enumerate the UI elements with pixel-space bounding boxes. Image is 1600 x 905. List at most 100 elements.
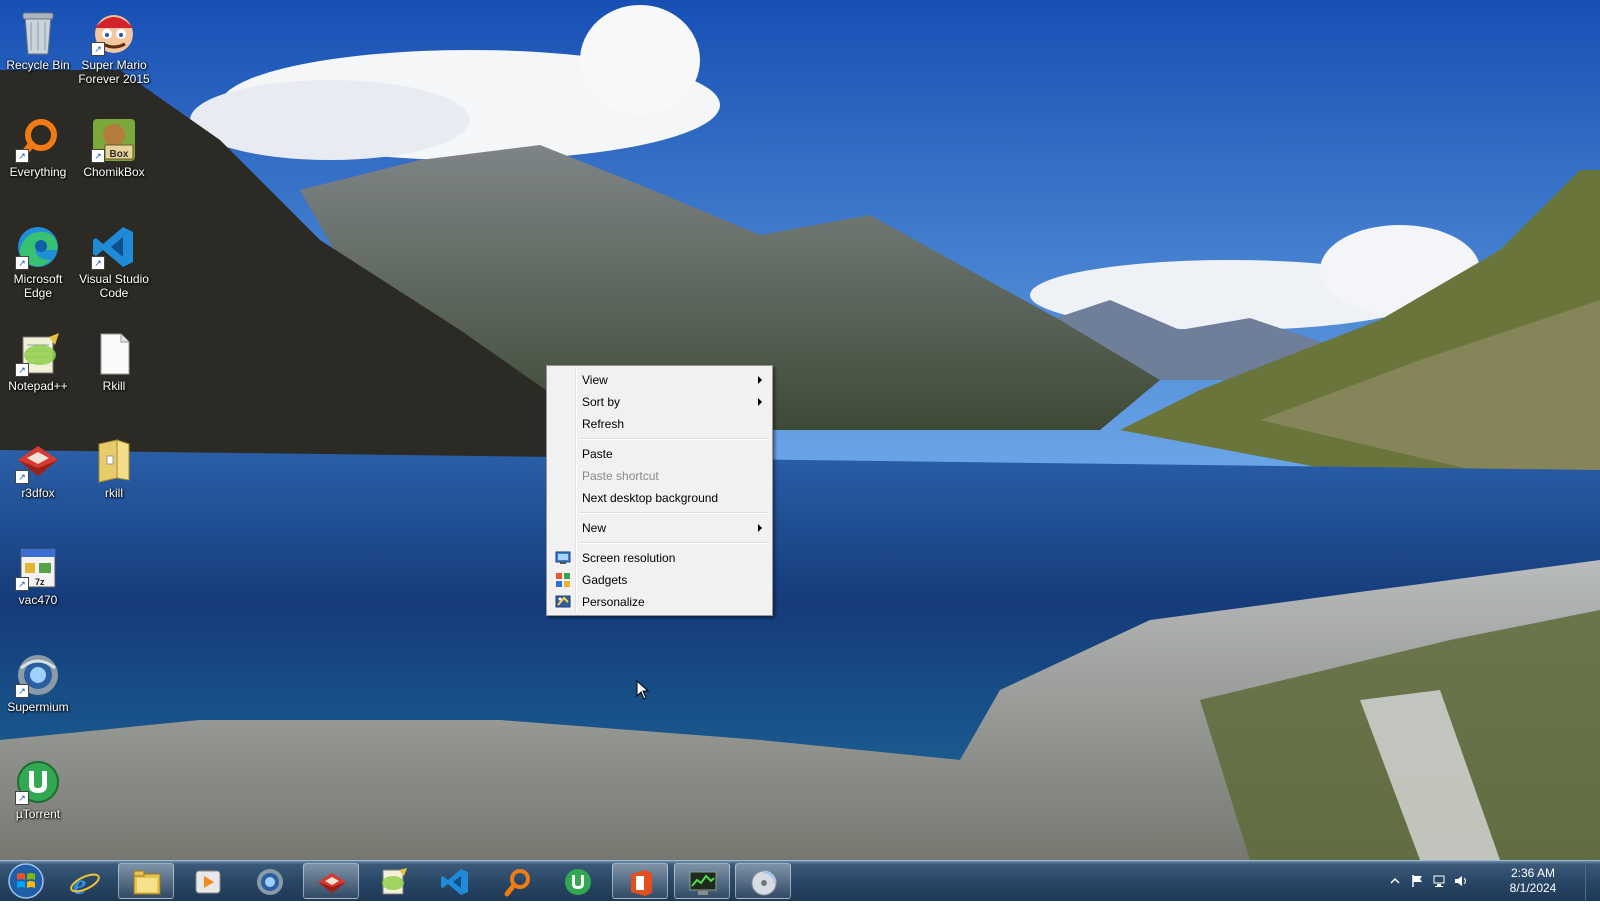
- taskbar-button-file-explorer[interactable]: [118, 863, 174, 899]
- menu-item-label: View: [582, 373, 608, 387]
- desktop-icon-label: ChomikBox: [83, 165, 145, 179]
- menu-item-paste-shortcut: Paste shortcut: [549, 465, 770, 487]
- show-desktop-button[interactable]: [1585, 861, 1600, 901]
- menu-item-screen-resolution[interactable]: Screen resolution: [549, 547, 770, 569]
- shortcut-arrow-icon: ↗: [91, 256, 105, 270]
- shortcut-arrow-icon: ↗: [15, 256, 29, 270]
- network-icon[interactable]: [1432, 874, 1446, 888]
- mario-icon: ↗: [91, 10, 137, 56]
- desktop-icon-chomikbox[interactable]: Box ↗ ChomikBox: [77, 113, 151, 179]
- menu-separator: [580, 542, 768, 544]
- disc-icon: [751, 870, 777, 896]
- taskbar: e 2:36 AM 8/1/2024: [0, 860, 1600, 901]
- desktop-icon-everything[interactable]: ↗ Everything: [1, 113, 75, 179]
- svg-text:7z: 7z: [35, 577, 45, 587]
- desktop-icon-label: Notepad++: [8, 379, 68, 393]
- taskbar-button-disc[interactable]: [735, 863, 791, 899]
- menu-item-label: New: [582, 521, 607, 535]
- recycle-bin-icon: [15, 10, 61, 56]
- desktop-context-menu: View Sort by Refresh Paste Paste shortcu…: [546, 365, 773, 616]
- desktop-icon-utorrent[interactable]: ↗ µTorrent: [1, 755, 75, 821]
- taskbar-button-utorrent[interactable]: [550, 863, 606, 899]
- menu-item-sort-by[interactable]: Sort by: [549, 391, 770, 413]
- supermium-icon: [257, 869, 283, 895]
- shortcut-arrow-icon: ↗: [15, 791, 29, 805]
- menu-item-paste[interactable]: Paste: [549, 443, 770, 465]
- menu-item-label: Paste shortcut: [582, 469, 659, 483]
- menu-item-label: Next desktop background: [582, 491, 719, 505]
- everything-search-icon: [504, 869, 530, 897]
- r3dfox-icon: [318, 873, 346, 893]
- desktop-icon-microsoft-edge[interactable]: ↗ Microsoft Edge: [1, 220, 75, 300]
- desktop-icon-recycle-bin[interactable]: Recycle Bin: [1, 6, 75, 72]
- taskbar-button-internet-explorer[interactable]: e: [57, 863, 113, 899]
- desktop-icon-vac470[interactable]: 7z ↗ vac470: [1, 541, 75, 607]
- taskbar-button-vscode[interactable]: [427, 863, 483, 899]
- r3dfox-icon: ↗: [15, 438, 61, 484]
- desktop-icon-label: r3dfox: [21, 486, 55, 500]
- desktop-icon-vscode[interactable]: ↗ Visual Studio Code: [77, 220, 151, 300]
- menu-item-refresh[interactable]: Refresh: [549, 413, 770, 435]
- desktop-icon-label: Rkill: [102, 379, 126, 393]
- notification-area: 2:36 AM 8/1/2024: [1380, 861, 1600, 901]
- shortcut-arrow-icon: ↗: [15, 149, 29, 163]
- task-manager-icon: [689, 871, 717, 895]
- desktop-icon-label: Everything: [9, 165, 67, 179]
- submenu-arrow-icon: [758, 524, 762, 532]
- desktop-icon-r3dfox[interactable]: ↗ r3dfox: [1, 434, 75, 500]
- desktop-icon-supermium[interactable]: ↗ Supermium: [1, 648, 75, 714]
- menu-item-new[interactable]: New: [549, 517, 770, 539]
- desktop-icon-label: Super Mario Forever 2015: [78, 58, 150, 86]
- submenu-arrow-icon: [758, 398, 762, 406]
- supermium-icon: ↗: [15, 652, 61, 698]
- menu-item-label: Personalize: [582, 595, 645, 609]
- desktop-icon-rkill-file[interactable]: Rkill: [77, 327, 151, 393]
- taskbar-button-office[interactable]: [612, 863, 668, 899]
- menu-item-gadgets[interactable]: Gadgets: [549, 569, 770, 591]
- shortcut-arrow-icon: ↗: [15, 363, 29, 377]
- volume-icon[interactable]: [1454, 874, 1468, 888]
- taskbar-button-media-player[interactable]: [180, 863, 236, 899]
- taskbar-button-r3dfox[interactable]: [303, 863, 359, 899]
- office-icon: [631, 870, 652, 896]
- svg-text:Box: Box: [110, 149, 129, 160]
- desktop-icon-label: Recycle Bin: [6, 58, 70, 72]
- desktop-icon-notepadpp[interactable]: ↗ Notepad++: [1, 327, 75, 393]
- clock-time: 2:36 AM: [1510, 866, 1556, 880]
- desktop-icon-label: rkill: [105, 486, 123, 500]
- notepadpp-icon: [382, 868, 407, 895]
- start-button[interactable]: [4, 862, 48, 900]
- menu-item-personalize[interactable]: Personalize: [549, 591, 770, 613]
- menu-item-next-desktop-background[interactable]: Next desktop background: [549, 487, 770, 509]
- gadgets-icon: [555, 572, 571, 588]
- taskbar-button-notepadpp[interactable]: [365, 863, 421, 899]
- taskbar-button-supermium[interactable]: [242, 863, 298, 899]
- menu-item-label: Sort by: [582, 395, 621, 409]
- taskbar-button-task-manager[interactable]: [674, 863, 730, 899]
- desktop-icon-label: vac470: [18, 593, 58, 607]
- shortcut-arrow-icon: ↗: [91, 42, 105, 56]
- screen-resolution-icon: [555, 550, 571, 566]
- taskbar-clock[interactable]: 2:36 AM 8/1/2024: [1498, 866, 1568, 896]
- shortcut-arrow-icon: ↗: [15, 684, 29, 698]
- menu-separator: [580, 438, 768, 440]
- show-hidden-icons-chevron[interactable]: [1388, 874, 1402, 888]
- menu-item-label: Screen resolution: [582, 551, 676, 565]
- installer-icon: 7z ↗: [15, 545, 61, 591]
- vscode-icon: [441, 869, 468, 895]
- clock-date: 8/1/2024: [1509, 881, 1557, 895]
- taskbar-button-everything[interactable]: [489, 863, 545, 899]
- desktop-icon-super-mario[interactable]: ↗ Super Mario Forever 2015: [77, 6, 151, 86]
- notepadpp-icon: ↗: [15, 331, 61, 377]
- desktop-wallpaper: [0, 0, 1600, 900]
- windows-start-icon: [8, 863, 44, 899]
- everything-search-icon: ↗: [15, 117, 61, 163]
- utorrent-icon: ↗: [15, 759, 61, 805]
- desktop-icon-label: Microsoft Edge: [13, 272, 63, 300]
- action-center-flag-icon[interactable]: [1410, 874, 1424, 888]
- desktop-icon-rkill-folder[interactable]: rkill: [77, 434, 151, 500]
- menu-item-view[interactable]: View: [549, 369, 770, 391]
- menu-item-label: Gadgets: [582, 573, 628, 587]
- shortcut-arrow-icon: ↗: [15, 577, 29, 591]
- media-player-icon: [195, 870, 221, 894]
